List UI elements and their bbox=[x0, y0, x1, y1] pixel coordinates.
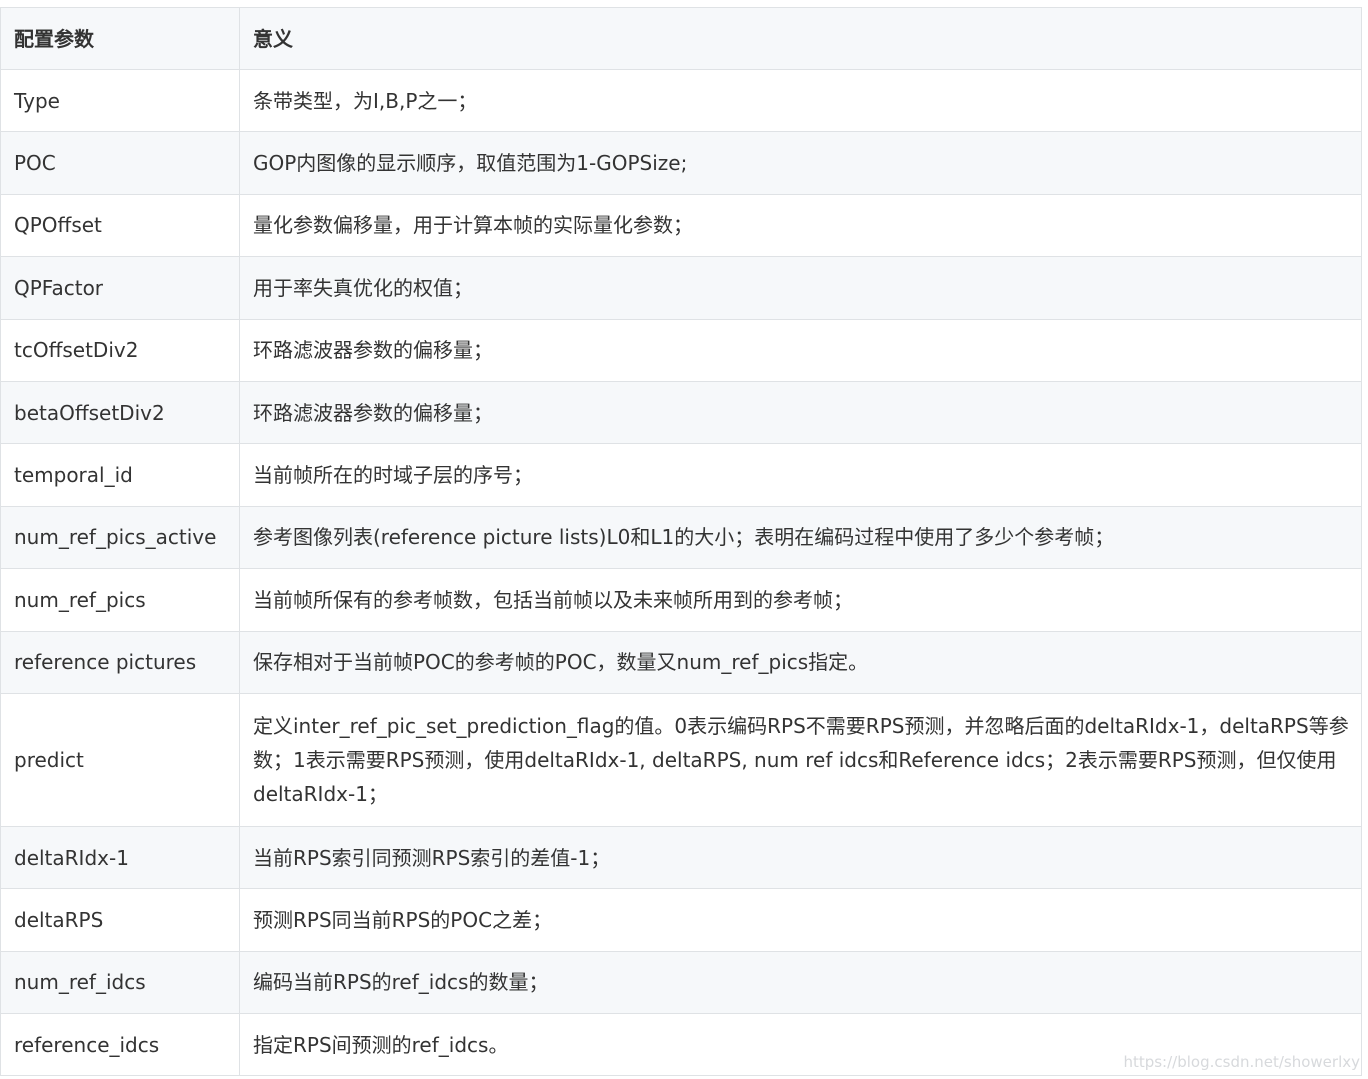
meaning-cell: 参考图像列表(reference picture lists)L0和L1的大小；… bbox=[239, 505, 1362, 570]
table-row: reference pictures 保存相对于当前帧POC的参考帧的POC，数… bbox=[0, 630, 1362, 694]
param-cell: num_ref_pics_active bbox=[0, 505, 240, 570]
meaning-cell: 条带类型，为I,B,P之一； bbox=[239, 68, 1362, 133]
table-row: POC GOP内图像的显示顺序，取值范围为1-GOPSize; bbox=[0, 131, 1362, 195]
param-cell: Type bbox=[0, 68, 240, 133]
column-header-param: 配置参数 bbox=[0, 7, 240, 70]
param-cell: QPFactor bbox=[0, 256, 240, 320]
meaning-cell: 当前帧所保有的参考帧数，包括当前帧以及未来帧所用到的参考帧； bbox=[239, 568, 1362, 632]
param-cell: POC bbox=[0, 131, 240, 195]
table-row: deltaRPS 预测RPS同当前RPS的POC之差； bbox=[0, 888, 1362, 952]
param-cell: temporal_id bbox=[0, 443, 240, 507]
table-header-row: 配置参数 意义 bbox=[0, 7, 1362, 70]
watermark-text: https://blog.csdn.net/showerlxy bbox=[1123, 1053, 1360, 1071]
meaning-cell: 环路滤波器参数的偏移量； bbox=[239, 380, 1362, 445]
table-row: Type 条带类型，为I,B,P之一； bbox=[0, 68, 1362, 133]
table-row: QPOffset 量化参数偏移量，用于计算本帧的实际量化参数； bbox=[0, 193, 1362, 258]
table-row: predict 定义inter_ref_pic_set_prediction_f… bbox=[0, 692, 1362, 827]
param-cell: deltaRIdx-1 bbox=[0, 825, 240, 890]
param-cell: reference pictures bbox=[0, 630, 240, 694]
meaning-cell: 量化参数偏移量，用于计算本帧的实际量化参数； bbox=[239, 193, 1362, 258]
meaning-cell: 保存相对于当前帧POC的参考帧的POC，数量又num_ref_pics指定。 bbox=[239, 630, 1362, 694]
param-cell: predict bbox=[0, 692, 240, 827]
table-row: tcOffsetDiv2 环路滤波器参数的偏移量； bbox=[0, 318, 1362, 382]
param-cell: deltaRPS bbox=[0, 888, 240, 952]
meaning-cell: 定义inter_ref_pic_set_prediction_flag的值。0表… bbox=[239, 692, 1362, 827]
table-row: num_ref_idcs 编码当前RPS的ref_idcs的数量； bbox=[0, 950, 1362, 1015]
meaning-cell: GOP内图像的显示顺序，取值范围为1-GOPSize; bbox=[239, 131, 1362, 195]
meaning-cell: 当前帧所在的时域子层的序号； bbox=[239, 443, 1362, 507]
meaning-cell: 当前RPS索引同预测RPS索引的差值-1； bbox=[239, 825, 1362, 890]
column-header-meaning: 意义 bbox=[239, 7, 1362, 70]
param-cell: QPOffset bbox=[0, 193, 240, 258]
param-cell: betaOffsetDiv2 bbox=[0, 380, 240, 445]
meaning-cell: 预测RPS同当前RPS的POC之差； bbox=[239, 888, 1362, 952]
table-row: num_ref_pics_active 参考图像列表(reference pic… bbox=[0, 505, 1362, 570]
meaning-cell: 用于率失真优化的权值； bbox=[239, 256, 1362, 320]
table-row: deltaRIdx-1 当前RPS索引同预测RPS索引的差值-1； bbox=[0, 825, 1362, 890]
meaning-cell: 环路滤波器参数的偏移量； bbox=[239, 318, 1362, 382]
parameter-table: 配置参数 意义 Type 条带类型，为I,B,P之一； POC GOP内图像的显… bbox=[0, 7, 1362, 1077]
table-row: QPFactor 用于率失真优化的权值； bbox=[0, 256, 1362, 320]
param-cell: tcOffsetDiv2 bbox=[0, 318, 240, 382]
meaning-cell: 编码当前RPS的ref_idcs的数量； bbox=[239, 950, 1362, 1015]
param-cell: num_ref_idcs bbox=[0, 950, 240, 1015]
param-cell: num_ref_pics bbox=[0, 568, 240, 632]
param-cell: reference_idcs bbox=[0, 1013, 240, 1077]
table-row: betaOffsetDiv2 环路滤波器参数的偏移量； bbox=[0, 380, 1362, 445]
table-row: num_ref_pics 当前帧所保有的参考帧数，包括当前帧以及未来帧所用到的参… bbox=[0, 568, 1362, 632]
table-row: temporal_id 当前帧所在的时域子层的序号； bbox=[0, 443, 1362, 507]
